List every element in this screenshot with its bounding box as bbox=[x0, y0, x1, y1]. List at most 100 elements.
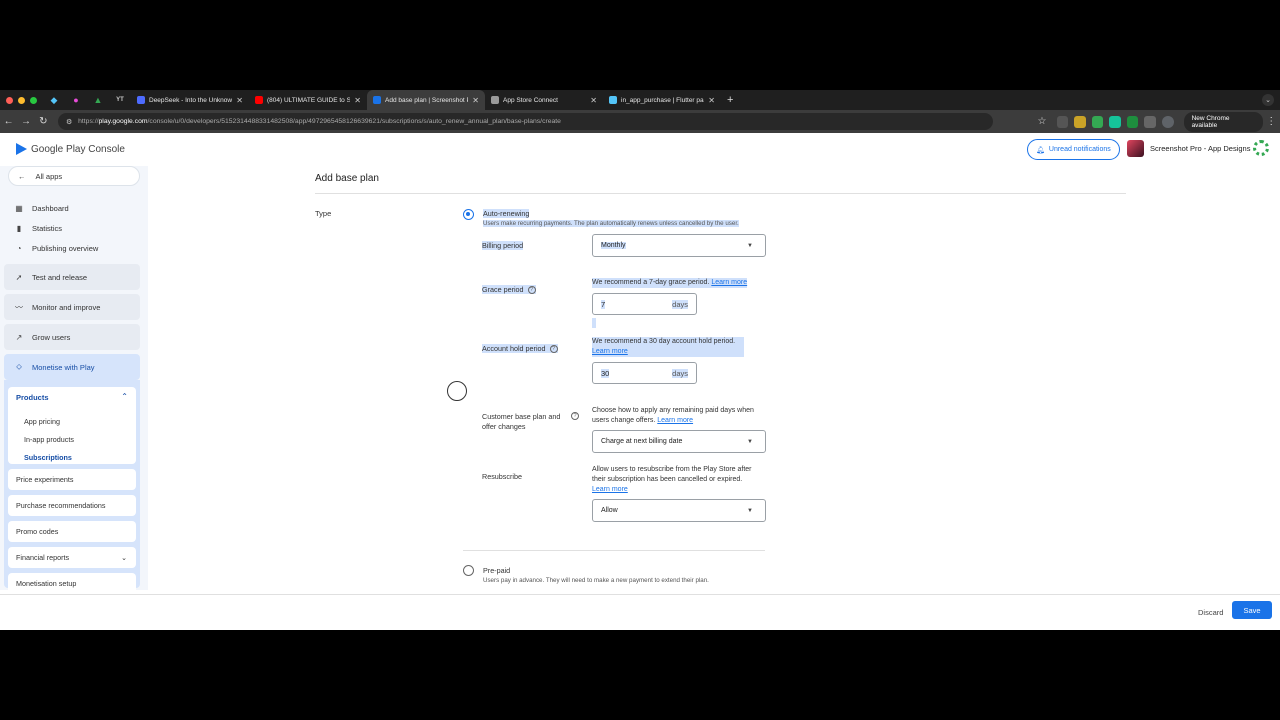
all-apps-label: All apps bbox=[35, 171, 63, 181]
help-icon[interactable]: ? bbox=[527, 286, 536, 295]
learn-more-link[interactable]: Learn more bbox=[711, 279, 747, 286]
extension-k-icon[interactable] bbox=[1056, 115, 1069, 128]
pinned-tab-yt[interactable]: YT bbox=[109, 90, 131, 110]
customer-changes-value: Charge at next billing date bbox=[601, 438, 683, 445]
extensions-puzzle-icon[interactable] bbox=[1144, 115, 1156, 128]
mouse-cursor bbox=[447, 381, 467, 401]
app-icon[interactable] bbox=[1127, 140, 1144, 157]
reload-icon[interactable]: ↻ bbox=[35, 116, 52, 127]
back-icon[interactable]: ← bbox=[0, 116, 17, 127]
close-tab-icon[interactable]: ✕ bbox=[590, 96, 597, 105]
close-window-icon[interactable] bbox=[6, 96, 13, 104]
billing-period-select[interactable]: Monthly ▼ bbox=[592, 234, 766, 257]
divider bbox=[315, 193, 1126, 194]
customer-changes-select[interactable]: Charge at next billing date ▼ bbox=[592, 430, 766, 453]
forward-icon[interactable]: → bbox=[17, 116, 34, 127]
save-button[interactable]: Save bbox=[1232, 601, 1272, 619]
dropdown-arrow-icon: ▼ bbox=[747, 242, 753, 249]
account-hold-input[interactable]: 30 days bbox=[592, 362, 697, 384]
grace-period-value: 7 bbox=[601, 299, 606, 309]
account-hold-desc: We recommend a 30 day account hold perio… bbox=[592, 337, 744, 357]
close-tab-icon[interactable]: ✕ bbox=[472, 96, 479, 105]
sidebar-item-grow-users[interactable]: ↗ Grow users bbox=[4, 324, 140, 350]
chevron-up-icon[interactable]: ⌃ bbox=[121, 392, 128, 401]
sidebar-item-monitor-and-improve[interactable]: 〰 Monitor and improve bbox=[4, 294, 140, 320]
profile-icon[interactable] bbox=[1162, 115, 1174, 128]
close-tab-icon[interactable]: ✕ bbox=[236, 96, 243, 105]
bookmark-star-icon[interactable]: ☆ bbox=[1033, 116, 1050, 127]
tab-bar: ◆ ● ▲ YT DeepSeek - Into the Unknown ✕ (… bbox=[0, 90, 1280, 110]
sidebar-item-promo-codes[interactable]: Promo codes bbox=[8, 521, 136, 542]
site-info-icon[interactable]: ⚙ bbox=[66, 118, 72, 126]
maximize-window-icon[interactable] bbox=[30, 96, 37, 104]
sidebar-item-monetisation-setup[interactable]: Monetisation setup bbox=[8, 573, 136, 590]
sidebar-item-monetise-with-play[interactable]: ⬦ Monetise with Play bbox=[4, 354, 140, 380]
all-apps-button[interactable]: ← All apps bbox=[8, 166, 140, 186]
url-site: play.google.com bbox=[98, 118, 148, 125]
extension-vpn-icon[interactable] bbox=[1126, 115, 1139, 128]
url-field[interactable]: ⚙ https://play.google.com/console/u/0/de… bbox=[58, 113, 994, 130]
resubscribe-desc-line2: their subscription has been cancelled or… bbox=[592, 476, 743, 483]
tab-add-base-plan[interactable]: Add base plan | Screenshot P ✕ bbox=[367, 90, 485, 110]
auto-renewing-radio[interactable] bbox=[463, 209, 474, 220]
tab-search-icon[interactable]: ⌄ bbox=[1262, 94, 1274, 106]
pre-paid-radio[interactable] bbox=[463, 565, 474, 576]
divider bbox=[463, 550, 765, 551]
dropdown-arrow-icon: ▼ bbox=[747, 507, 753, 514]
tab-deepseek[interactable]: DeepSeek - Into the Unknown ✕ bbox=[131, 90, 249, 110]
sidebar-item-publishing-overview[interactable]: ◔ Publishing overview bbox=[4, 237, 140, 259]
sidebar-item-purchase-recommendations[interactable]: Purchase recommendations bbox=[8, 495, 136, 516]
play-console-logo[interactable]: Google Play Console bbox=[16, 143, 125, 155]
trend-icon: 〰 bbox=[15, 302, 23, 312]
close-tab-icon[interactable]: ✕ bbox=[708, 96, 715, 105]
tab-flutter[interactable]: in_app_purchase | Flutter pa ✕ bbox=[603, 90, 721, 110]
learn-more-link[interactable]: Learn more bbox=[592, 348, 628, 355]
sidebar-sub-subscriptions[interactable]: Subscriptions bbox=[24, 453, 72, 462]
tag-icon: ⬦ bbox=[16, 362, 22, 371]
app-name[interactable]: Screenshot Pro - App Designs bbox=[1150, 144, 1250, 153]
products-card: Products ⌃ App pricing In-app products S… bbox=[8, 387, 136, 464]
resubscribe-desc-line1: Allow users to resubscribe from the Play… bbox=[592, 466, 752, 473]
url-path: /console/u/0/developers/5152314488331482… bbox=[147, 118, 561, 125]
sidebar-item-price-experiments[interactable]: Price experiments bbox=[8, 469, 136, 490]
customer-changes-desc-line1: Choose how to apply any remaining paid d… bbox=[592, 407, 754, 414]
pinned-tab-flutter[interactable]: ◆ bbox=[43, 90, 65, 110]
pinned-tab-drive[interactable]: ▲ bbox=[87, 90, 109, 110]
extension-grammarly-icon[interactable] bbox=[1109, 115, 1121, 128]
chrome-menu-icon[interactable]: ⋮ bbox=[1263, 116, 1280, 127]
grace-period-input[interactable]: 7 days bbox=[592, 293, 697, 315]
customer-changes-label: Customer base plan and offer changes bbox=[482, 412, 560, 432]
sidebar-item-label: Dashboard bbox=[32, 203, 69, 213]
sidebar-item-financial-reports[interactable]: Financial reports ⌄ bbox=[8, 547, 136, 568]
close-tab-icon[interactable]: ✕ bbox=[354, 96, 361, 105]
sidebar-item-statistics[interactable]: ▮ Statistics bbox=[4, 217, 140, 239]
address-bar-row: ← → ↻ ⚙ https://play.google.com/console/… bbox=[0, 110, 1280, 133]
discard-button[interactable]: Discard bbox=[1193, 604, 1228, 621]
learn-more-link[interactable]: Learn more bbox=[592, 486, 628, 493]
learn-more-link[interactable]: Learn more bbox=[657, 417, 693, 424]
tab-youtube[interactable]: (804) ULTIMATE GUIDE to S ✕ bbox=[249, 90, 367, 110]
pre-paid-label[interactable]: Pre-paid bbox=[483, 566, 510, 575]
chevron-down-icon: ⌄ bbox=[121, 554, 127, 562]
resubscribe-select[interactable]: Allow ▼ bbox=[592, 499, 766, 522]
new-chrome-available-button[interactable]: New Chrome available bbox=[1183, 111, 1263, 132]
pinned-tab-app[interactable]: ● bbox=[65, 90, 87, 110]
extension-shield-icon[interactable] bbox=[1091, 115, 1104, 128]
resubscribe-desc: Allow users to resubscribe from the Play… bbox=[592, 465, 752, 495]
rocket-icon: ➚ bbox=[15, 272, 23, 282]
sidebar-item-dashboard[interactable]: ▦ Dashboard bbox=[4, 197, 140, 219]
apple-icon bbox=[491, 96, 499, 104]
help-icon[interactable]: ? bbox=[549, 345, 558, 354]
unread-notifications-button[interactable]: 🔔︎ Unread notifications bbox=[1027, 139, 1120, 160]
sidebar-item-test-and-release[interactable]: ➚ Test and release bbox=[4, 264, 140, 290]
help-icon[interactable]: ? bbox=[571, 412, 579, 420]
extension-pen-icon[interactable] bbox=[1074, 115, 1086, 128]
sidebar-sub-in-app-products[interactable]: In-app products bbox=[24, 435, 74, 444]
tab-app-store-connect[interactable]: App Store Connect ✕ bbox=[485, 90, 603, 110]
new-tab-icon[interactable]: + bbox=[727, 94, 733, 106]
deepseek-icon bbox=[137, 96, 145, 104]
minimize-window-icon[interactable] bbox=[18, 96, 25, 104]
products-header[interactable]: Products bbox=[16, 393, 49, 402]
sidebar-sub-app-pricing[interactable]: App pricing bbox=[24, 417, 60, 426]
auto-renewing-label[interactable]: Auto-renewing bbox=[483, 209, 530, 218]
